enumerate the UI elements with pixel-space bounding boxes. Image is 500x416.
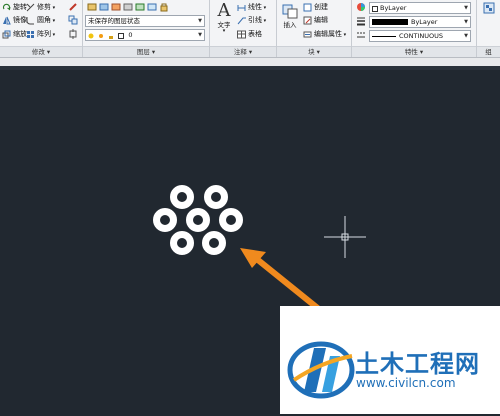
mirror-button[interactable]: 镜像 bbox=[2, 14, 27, 26]
donut-cluster[interactable] bbox=[153, 185, 243, 255]
bulb-icon bbox=[88, 32, 94, 39]
layer-match-icon[interactable] bbox=[135, 2, 145, 12]
array-button[interactable]: 阵列 ▾ bbox=[26, 28, 55, 40]
donut[interactable] bbox=[219, 208, 243, 232]
ribbon: 旋转 镜像 缩放 修剪 ▾ 圆角 ▾ 阵列 ▾ 修改 ▾ 未保存的图层状态 ▼ … bbox=[0, 0, 500, 58]
properties-panel: ByLayer ▼ ByLayer ▼ CONTINUOUS ▼ 特性 ▾ bbox=[352, 0, 477, 57]
donut[interactable] bbox=[202, 231, 226, 255]
modify-panel-label[interactable]: 修改 ▾ bbox=[0, 46, 82, 57]
annotation-panel-label[interactable]: 注释 ▾ bbox=[210, 46, 276, 57]
block-panel: 插入 创建 编辑 编辑属性 ▾ 块 ▾ bbox=[277, 0, 352, 57]
layer-previous-icon[interactable] bbox=[111, 2, 121, 12]
annotation-panel: A 文字 ▾ 线性 ▾ 引线 ▾ 表格 注释 ▾ bbox=[210, 0, 277, 57]
color-swatch-icon bbox=[372, 5, 378, 12]
linear-dim-button[interactable]: 线性 ▾ bbox=[237, 1, 266, 13]
lineweight-combo[interactable]: ByLayer ▼ bbox=[369, 16, 471, 28]
color-wheel-icon[interactable] bbox=[356, 2, 366, 12]
insert-button[interactable]: 插入 bbox=[279, 1, 301, 37]
edit-block-button[interactable]: 编辑 bbox=[303, 14, 328, 26]
edit-attributes-button[interactable]: 编辑属性 ▾ bbox=[303, 28, 346, 40]
donut[interactable] bbox=[153, 208, 177, 232]
annotation-arrow bbox=[240, 248, 323, 313]
groups-panel: 组 bbox=[477, 0, 500, 57]
linetype-icon[interactable] bbox=[356, 30, 366, 40]
group-icon[interactable] bbox=[483, 2, 495, 14]
block-panel-label[interactable]: 块 ▾ bbox=[277, 46, 351, 57]
trim-button[interactable]: 修剪 ▾ bbox=[26, 1, 55, 13]
linetype-combo[interactable]: CONTINUOUS ▼ bbox=[369, 30, 471, 42]
create-block-icon bbox=[303, 3, 312, 12]
civilcn-logo-icon bbox=[287, 341, 355, 399]
layer-state-combo[interactable]: 未保存的图层状态 ▼ bbox=[85, 15, 205, 27]
layer-freeze-icon[interactable] bbox=[147, 2, 157, 12]
table-icon bbox=[237, 30, 246, 39]
lineweight-icon[interactable] bbox=[356, 16, 366, 26]
leader-button[interactable]: 引线 ▾ bbox=[237, 14, 266, 26]
modify-panel: 旋转 镜像 缩放 修剪 ▾ 圆角 ▾ 阵列 ▾ 修改 ▾ bbox=[0, 0, 83, 57]
rotate-icon bbox=[2, 3, 11, 12]
donut[interactable] bbox=[204, 185, 228, 209]
crosshair-cursor bbox=[324, 216, 366, 258]
donut[interactable] bbox=[170, 231, 194, 255]
fillet-icon bbox=[26, 16, 35, 25]
insert-block-icon bbox=[279, 1, 301, 21]
watermark: 土木工程网 www.civilcn.com bbox=[280, 306, 500, 414]
sun-icon bbox=[98, 32, 104, 38]
watermark-title: 土木工程网 bbox=[355, 350, 480, 378]
donut[interactable] bbox=[186, 208, 210, 232]
trim-icon bbox=[26, 3, 35, 12]
fillet-button[interactable]: 圆角 ▾ bbox=[26, 14, 55, 26]
edit-block-icon bbox=[303, 16, 312, 25]
table-button[interactable]: 表格 bbox=[237, 28, 262, 40]
linetype-swatch bbox=[372, 35, 396, 37]
layer-walk-icon[interactable] bbox=[123, 2, 133, 12]
leader-icon bbox=[237, 16, 246, 25]
donut[interactable] bbox=[170, 185, 194, 209]
erase-icon[interactable] bbox=[68, 2, 78, 12]
array-icon bbox=[26, 30, 35, 39]
mirror-icon bbox=[2, 16, 11, 25]
groups-panel-label[interactable]: 组 bbox=[477, 46, 500, 57]
unlock-icon bbox=[108, 32, 114, 39]
create-block-button[interactable]: 创建 bbox=[303, 1, 328, 13]
scale-icon bbox=[2, 30, 11, 39]
explode-icon[interactable] bbox=[68, 29, 78, 39]
ribbon-bottom-strip bbox=[0, 58, 500, 70]
lineweight-swatch bbox=[372, 19, 408, 25]
color-swatch-icon bbox=[118, 32, 125, 39]
layers-panel-label[interactable]: 图层 ▾ bbox=[83, 46, 209, 57]
properties-panel-label[interactable]: 特性 ▾ bbox=[352, 46, 476, 57]
layer-lock-icon[interactable] bbox=[159, 2, 169, 12]
text-button[interactable]: A 文字 ▾ bbox=[213, 1, 235, 37]
layer-isolate-icon[interactable] bbox=[99, 2, 109, 12]
layers-panel: 未保存的图层状态 ▼ 0 ▼ 图层 ▾ bbox=[83, 0, 210, 57]
linear-dimension-icon bbox=[237, 3, 246, 12]
layer-properties-icon[interactable] bbox=[87, 2, 97, 12]
copy-icon[interactable] bbox=[68, 15, 78, 25]
layer-combo[interactable]: 0 ▼ bbox=[85, 29, 205, 41]
rotate-button[interactable]: 旋转 bbox=[2, 1, 27, 13]
scale-button[interactable]: 缩放 bbox=[2, 28, 27, 40]
edit-attributes-icon bbox=[303, 30, 312, 39]
text-icon: A bbox=[217, 0, 231, 21]
color-combo[interactable]: ByLayer ▼ bbox=[369, 2, 471, 14]
watermark-url: www.civilcn.com bbox=[356, 376, 456, 390]
